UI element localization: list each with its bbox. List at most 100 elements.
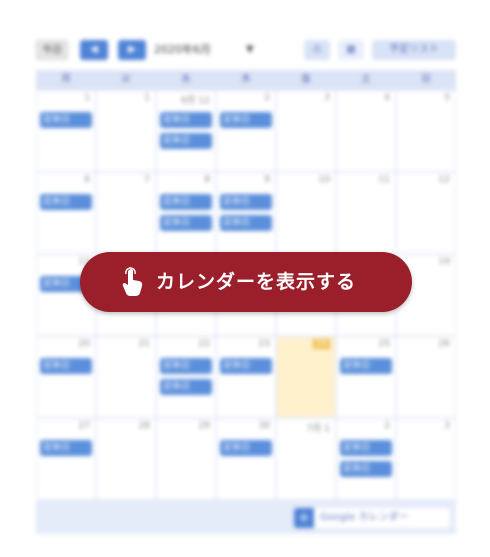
day-number: 6 [84, 175, 90, 185]
show-calendar-label: カレンダーを表示する [156, 271, 357, 293]
day-cell[interactable]: 11 [337, 173, 395, 253]
day-number: 12 [438, 175, 450, 185]
weekday-header: 月火水木金土日 [36, 70, 456, 90]
calendar-event[interactable]: 定休日 [340, 440, 392, 456]
day-cell[interactable]: 20 [37, 337, 95, 417]
day-number: 2 [384, 421, 390, 431]
calendar-event[interactable]: 定休日 [220, 358, 272, 374]
day-cell[interactable]: 3 [277, 91, 335, 171]
day-number: 24 [312, 339, 330, 349]
day-cell[interactable]: 24 [277, 337, 335, 417]
day-cell[interactable]: 3 [397, 419, 455, 499]
day-number: 1 [144, 93, 150, 103]
today-button[interactable]: 今日 [36, 40, 68, 60]
day-cell[interactable]: 30 [217, 419, 275, 499]
day-number: 4 [384, 93, 390, 103]
week-view-icon[interactable]: ▦ [338, 40, 364, 60]
day-number: 21 [138, 339, 150, 349]
weekday-4: 金 [301, 74, 311, 85]
calendar-event[interactable]: 定休日 [40, 358, 92, 374]
month-label[interactable]: 2020年6月 [154, 40, 211, 60]
weekday-6: 日 [421, 74, 431, 85]
day-cell[interactable]: 25 [337, 337, 395, 417]
day-number: 30 [258, 421, 270, 431]
day-number: 29 [198, 421, 210, 431]
day-cell[interactable]: 12 [397, 173, 455, 253]
day-cell[interactable]: 1 [37, 91, 95, 171]
show-calendar-button[interactable]: カレンダーを表示する [80, 252, 412, 312]
day-number: 23 [258, 339, 270, 349]
plus-icon[interactable]: + [294, 508, 314, 528]
day-cell[interactable]: 22 [157, 337, 215, 417]
chevron-down-icon[interactable]: ▼ [246, 40, 254, 60]
day-cell[interactable]: 8 [157, 173, 215, 253]
calendar-event[interactable]: 定休日 [220, 112, 272, 128]
weekday-3: 木 [241, 74, 251, 85]
day-number: 8 [204, 175, 210, 185]
day-number: 5 [444, 93, 450, 103]
weekday-1: 火 [121, 74, 131, 85]
day-cell[interactable]: 29 [157, 419, 215, 499]
weekday-0: 月 [61, 74, 71, 85]
day-number: 7 [144, 175, 150, 185]
day-cell[interactable]: 10 [277, 173, 335, 253]
day-cell[interactable]: 2 [217, 91, 275, 171]
day-number: 3 [444, 421, 450, 431]
day-number: 1 [84, 93, 90, 103]
day-number: 10 [318, 175, 330, 185]
day-cell[interactable]: 2 [337, 419, 395, 499]
weekday-5: 土 [361, 74, 371, 85]
weekday-2: 水 [181, 74, 191, 85]
day-cell[interactable]: 23 [217, 337, 275, 417]
calendar-event[interactable]: 定休日 [220, 440, 272, 456]
calendar-event[interactable]: 定休日 [40, 194, 92, 210]
day-cell[interactable]: 9 [217, 173, 275, 253]
calendar-event[interactable]: 定休日 [160, 112, 212, 128]
calendar-event[interactable]: 定休日 [220, 215, 272, 231]
pointing-hand-icon [122, 267, 143, 296]
day-number: 3 [324, 93, 330, 103]
day-number: 26 [438, 339, 450, 349]
day-number: 7月 1 [306, 424, 330, 434]
calendar-event[interactable]: 定休日 [340, 358, 392, 374]
day-cell[interactable]: 5 [397, 91, 455, 171]
calendar-event[interactable]: 定休日 [340, 461, 392, 477]
calendar-event[interactable]: 定休日 [160, 133, 212, 149]
day-number: 11 [378, 175, 390, 185]
day-cell[interactable]: 7 [97, 173, 155, 253]
day-number: 25 [378, 339, 390, 349]
day-number: 19 [438, 257, 450, 267]
google-calendar-link[interactable]: + Google カレンダー [294, 508, 450, 528]
day-number: 27 [78, 421, 90, 431]
day-cell[interactable]: 1 [97, 91, 155, 171]
day-cell[interactable]: 27 [37, 419, 95, 499]
day-cell[interactable]: 6 [37, 173, 95, 253]
next-month-button[interactable]: ▶ [118, 40, 146, 60]
day-number: 2 [264, 93, 270, 103]
day-cell[interactable]: 28 [97, 419, 155, 499]
day-cell[interactable]: 6月 12 [157, 91, 215, 171]
day-number: 28 [138, 421, 150, 431]
day-cell[interactable]: 26 [397, 337, 455, 417]
calendar-event[interactable]: 定休日 [220, 194, 272, 210]
calendar-event[interactable]: 定休日 [160, 215, 212, 231]
calendar-event[interactable]: 定休日 [160, 358, 212, 374]
day-number: 9 [264, 175, 270, 185]
day-number: 6月 12 [180, 96, 210, 106]
calendar-widget: 今日 ◀ ▶ 2020年6月 ▼ ⎙ ▦ 予定リスト 月火水木金土日 1 1 6月 … [0, 0, 490, 557]
calendar-footer: + Google カレンダー [36, 502, 456, 534]
calendar-event[interactable]: 定休日 [160, 194, 212, 210]
agenda-tab[interactable]: 予定リスト [372, 40, 456, 60]
day-cell[interactable]: 4 [337, 91, 395, 171]
day-number: 20 [78, 339, 90, 349]
print-icon[interactable]: ⎙ [304, 40, 330, 60]
google-calendar-label[interactable]: Google カレンダー [320, 508, 408, 528]
day-cell[interactable]: 7月 1 [277, 419, 335, 499]
calendar-toolbar: 今日 ◀ ▶ 2020年6月 ▼ ⎙ ▦ 予定リスト [36, 38, 456, 62]
calendar-event[interactable]: 定休日 [40, 440, 92, 456]
day-number: 22 [198, 339, 210, 349]
calendar-event[interactable]: 定休日 [40, 112, 92, 128]
prev-month-button[interactable]: ◀ [80, 40, 108, 60]
calendar-event[interactable]: 定休日 [160, 379, 212, 395]
day-cell[interactable]: 21 [97, 337, 155, 417]
